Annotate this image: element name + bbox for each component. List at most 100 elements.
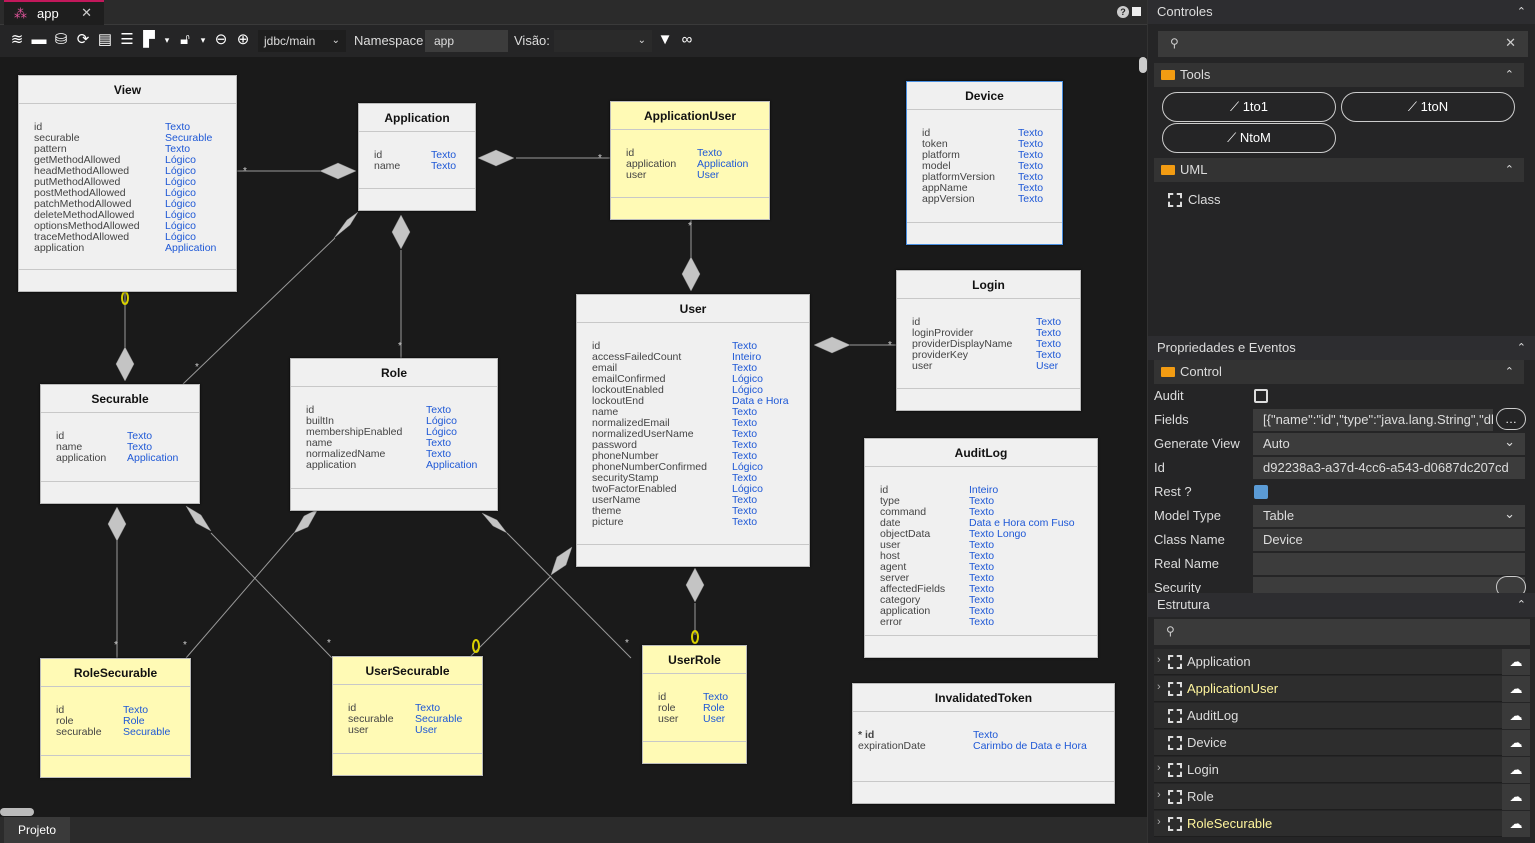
cloud-upload-icon[interactable]: ☁ — [1502, 676, 1530, 702]
field-name[interactable]: application — [306, 460, 356, 471]
field-name[interactable]: application — [56, 453, 106, 464]
cloud-upload-icon[interactable]: ☁ — [1502, 703, 1530, 729]
tool-1ton-button[interactable]: ⟋ 1toN — [1341, 92, 1515, 122]
filter-icon[interactable]: ▼ — [656, 31, 674, 49]
tree-item[interactable]: › ApplicationUser ☁ — [1154, 676, 1530, 702]
properties-header[interactable]: Propriedades e Eventos ⌃ — [1148, 336, 1535, 360]
property-select[interactable]: Auto ⌄ — [1253, 433, 1525, 455]
refresh-icon[interactable]: ⟳ — [74, 31, 92, 49]
tree-item[interactable]: › Login ☁ — [1154, 757, 1530, 783]
field-type[interactable]: User — [703, 714, 725, 725]
field-name[interactable]: expirationDate — [858, 741, 926, 752]
field-name[interactable]: picture — [592, 517, 624, 528]
field-type[interactable]: Texto — [732, 517, 757, 528]
zoom-in-icon[interactable]: ⊕ — [234, 31, 252, 49]
chevron-right-icon[interactable]: › — [1157, 789, 1161, 801]
collapse-icon[interactable]: ⌃ — [1505, 360, 1514, 384]
property-select[interactable]: Table ⌄ — [1253, 505, 1525, 527]
field-type[interactable]: User — [415, 725, 437, 736]
field-type[interactable]: Application — [426, 460, 477, 471]
zoom-out-icon[interactable]: ⊖ — [212, 31, 230, 49]
binoculars-icon[interactable]: ∞ — [678, 31, 696, 49]
collapse-icon[interactable]: ⌃ — [1517, 336, 1526, 360]
field-type[interactable]: Texto — [969, 617, 994, 628]
maximize-icon[interactable] — [1132, 7, 1141, 16]
field-type[interactable]: Application — [127, 453, 178, 464]
property-input[interactable] — [1253, 553, 1525, 575]
entity-role[interactable]: Role id Texto builtIn Lógico membershipEnable… — [290, 358, 498, 511]
layers-icon[interactable]: ≋ — [8, 31, 26, 49]
field-name[interactable]: name — [374, 161, 400, 172]
field-name[interactable]: user — [912, 361, 932, 372]
property-checkbox[interactable] — [1254, 389, 1268, 403]
chevron-right-icon[interactable]: › — [1157, 681, 1161, 693]
dropdown-icon[interactable]: ▾ — [194, 31, 212, 49]
entity-securable[interactable]: Securable id Texto name Texto application Appl… — [40, 384, 200, 504]
chevron-right-icon[interactable]: › — [1157, 762, 1161, 774]
field-type[interactable]: Texto — [431, 161, 456, 172]
tab-app[interactable]: ⁂ app ✕ — [4, 0, 104, 25]
cloud-upload-icon[interactable]: ☁ — [1502, 730, 1530, 756]
field-type[interactable]: Application — [165, 243, 216, 254]
entity-applicationuser[interactable]: ApplicationUser id Texto application Applica… — [610, 101, 770, 220]
import-icon[interactable]: ⛁ — [52, 31, 70, 49]
chevron-right-icon[interactable]: › — [1157, 816, 1161, 828]
field-type[interactable]: User — [697, 170, 719, 181]
property-input[interactable]: Device — [1253, 529, 1525, 551]
connection-select[interactable]: jdbc/main ⌄ — [258, 30, 346, 52]
collapse-icon[interactable]: ⌃ — [1505, 63, 1514, 87]
chevron-right-icon[interactable]: › — [1157, 654, 1161, 666]
vertical-scrollbar[interactable] — [1139, 57, 1147, 73]
document-icon[interactable]: ▛ — [140, 31, 158, 49]
property-checkbox[interactable] — [1254, 485, 1268, 499]
field-type[interactable]: Securable — [123, 727, 170, 738]
field-name[interactable]: appVersion — [922, 194, 975, 205]
property-input[interactable]: d92238a3-a37d-4cc6-a543-d0687dc207cd — [1253, 457, 1525, 479]
collapse-icon[interactable]: ⌃ — [1505, 158, 1514, 182]
controls-header[interactable]: Controles ⌃ — [1148, 0, 1535, 24]
help-icon[interactable]: ? — [1117, 6, 1129, 18]
clear-icon[interactable]: ✕ — [1505, 35, 1516, 51]
diagram-canvas[interactable]: * * * * * * * * * * View id Texto securable… — [0, 57, 1147, 817]
collapse-icon[interactable]: ⌃ — [1517, 593, 1526, 617]
field-name[interactable]: securable — [56, 727, 102, 738]
tree-item[interactable]: › Application ☁ — [1154, 649, 1530, 675]
table-icon[interactable]: ▤ — [96, 31, 114, 49]
entity-usersecurable[interactable]: UserSecurable id Texto securable Securable us… — [332, 656, 483, 776]
field-type[interactable]: Texto — [1018, 194, 1043, 205]
field-type[interactable]: Carimbo de Data e Hora — [973, 741, 1087, 752]
uml-class-item[interactable]: Class — [1168, 192, 1221, 207]
field-name[interactable]: user — [348, 725, 368, 736]
horizontal-scrollbar[interactable] — [0, 808, 34, 816]
tree-item[interactable]: AuditLog ☁ — [1154, 703, 1530, 729]
close-tab-icon[interactable]: ✕ — [81, 5, 92, 21]
entity-application[interactable]: Application id Texto name Texto — [358, 103, 476, 211]
field-name[interactable]: error — [880, 617, 902, 628]
tool-1to1-button[interactable]: ⟋ 1to1 — [1162, 92, 1336, 122]
tool-ntom-button[interactable]: ⟋ NtoM — [1162, 123, 1336, 153]
tree-item[interactable]: › Role ☁ — [1154, 784, 1530, 810]
view-select[interactable]: ⌄ — [554, 30, 652, 52]
field-name[interactable]: user — [626, 170, 646, 181]
field-name[interactable]: application — [34, 243, 84, 254]
cloud-upload-icon[interactable]: ☁ — [1502, 811, 1530, 837]
entity-auditlog[interactable]: AuditLog id Inteiro type Texto command Texto da… — [864, 438, 1098, 658]
tree-item[interactable]: › RoleSecurable ☁ — [1154, 811, 1530, 837]
ellipsis-button[interactable]: … — [1496, 408, 1526, 430]
field-name[interactable]: user — [658, 714, 678, 725]
project-tab[interactable]: Projeto — [4, 817, 70, 843]
entity-userrole[interactable]: UserRole id Texto role Role user User — [642, 645, 747, 764]
uml-group-header[interactable]: UML ⌃ — [1154, 158, 1524, 182]
list-icon[interactable]: ☰ — [118, 31, 136, 49]
structure-header[interactable]: Estrutura ⌃ — [1148, 593, 1535, 617]
tree-item[interactable]: Device ☁ — [1154, 730, 1530, 756]
entity-device[interactable]: Device id Texto token Texto platform Texto mode… — [906, 81, 1063, 245]
control-group-header[interactable]: Control ⌃ — [1154, 360, 1524, 384]
entity-invalidatedtoken[interactable]: InvalidatedToken * id Texto expirationDate C… — [852, 683, 1115, 804]
entity-user[interactable]: User id Texto accessFailedCount Inteiro email… — [576, 294, 810, 567]
dropdown-icon[interactable]: ▾ — [158, 31, 176, 49]
structure-search[interactable]: ⚲ — [1154, 619, 1530, 645]
controls-search[interactable]: ⚲ ✕ — [1158, 31, 1528, 57]
collapse-icon[interactable]: ⌃ — [1517, 0, 1526, 24]
unlock-icon[interactable]: 🔓︎ — [176, 31, 194, 49]
